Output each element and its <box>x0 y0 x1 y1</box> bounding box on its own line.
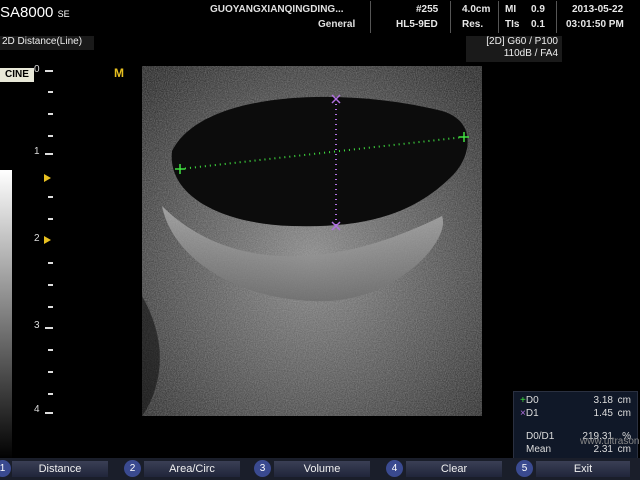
hospital-name: GUOYANGXIANQINGDING... <box>210 4 344 15</box>
area-circ-button[interactable]: Area/Circ <box>144 461 240 477</box>
depth-label: 4 <box>34 404 40 415</box>
d0-value: 3.18 <box>593 395 613 406</box>
depth-tick <box>45 412 53 414</box>
tis-value: 0.1 <box>531 19 545 30</box>
imaging-params-gain: [2D] G60 / P100 <box>486 36 558 47</box>
focus-marker-icon[interactable] <box>44 236 51 244</box>
measurement-panel: +D0 3.18 cm ×D1 1.45 cm D0/D1 219.31 % M… <box>513 391 638 459</box>
exit-button[interactable]: Exit <box>536 461 630 477</box>
brand-logo: SA8000 SE <box>0 4 70 21</box>
depth-label: 0 <box>34 64 40 75</box>
volume-button[interactable]: Volume <box>274 461 370 477</box>
depth-label: 1 <box>34 146 40 157</box>
depth-tick <box>48 262 53 264</box>
cine-badge[interactable]: CINE <box>0 68 34 82</box>
grayscale-bar <box>0 170 12 460</box>
mean-label: Mean <box>526 444 552 455</box>
clear-button[interactable]: Clear <box>406 461 502 477</box>
softkey-2-number: 2 <box>124 460 141 477</box>
imaging-params-range: 110dB / FA4 <box>503 48 558 59</box>
softkey-3-number: 3 <box>254 460 271 477</box>
watermark: www.ultrasonic.com <box>580 436 640 447</box>
header-divider <box>498 1 499 33</box>
depth-tick <box>48 196 53 198</box>
ratio-label: D0/D1 <box>526 431 555 442</box>
depth-tick <box>48 306 53 308</box>
d1-row: ×D1 <box>520 408 539 419</box>
exam-time: 03:01:50 PM <box>566 19 624 30</box>
imaging-params: [2D] G60 / P100 110dB / FA4 <box>466 36 562 62</box>
depth-tick <box>45 70 53 72</box>
resolution-label: Res. <box>462 19 484 30</box>
frame-number: #255 <box>416 4 439 15</box>
softkey-5-number: 5 <box>516 460 533 477</box>
softkey-bar: 1 Distance 2 Area/Circ 3 Volume 4 Clear … <box>0 458 640 480</box>
depth-readout: 4.0cm <box>462 4 491 15</box>
d1-value: 1.45 <box>593 408 613 419</box>
exam-preset: General <box>318 19 356 30</box>
softkey-1-number: 1 <box>0 460 11 477</box>
d0-unit: cm <box>617 395 631 406</box>
depth-tick <box>48 113 53 115</box>
depth-tick <box>48 135 53 137</box>
d0-row: +D0 <box>520 395 539 406</box>
depth-tick <box>45 153 53 155</box>
depth-label: 2 <box>34 233 40 244</box>
mi-value: 0.9 <box>531 4 545 15</box>
softkey-4-number: 4 <box>386 460 403 477</box>
depth-tick <box>48 393 53 395</box>
exam-date: 2013-05-22 <box>572 4 624 15</box>
probe-name: HL5-9ED <box>396 19 438 30</box>
depth-tick <box>48 91 53 93</box>
header-divider <box>556 1 557 33</box>
tis-label: TIs <box>505 19 520 30</box>
depth-tick <box>48 284 53 286</box>
header-divider <box>370 1 371 33</box>
depth-label: 3 <box>34 320 40 331</box>
distance-button[interactable]: Distance <box>12 461 108 477</box>
d1-unit: cm <box>617 408 631 419</box>
header-divider <box>450 1 451 33</box>
ultrasound-image[interactable] <box>142 66 482 416</box>
focus-marker-icon[interactable] <box>44 174 51 182</box>
depth-tick <box>48 218 53 220</box>
depth-tick <box>48 371 53 373</box>
orientation-marker: M <box>114 66 124 80</box>
depth-tick <box>48 349 53 351</box>
measurement-mode: 2D Distance(Line) <box>0 36 94 50</box>
mi-label: MI <box>505 4 517 15</box>
depth-tick <box>45 327 53 329</box>
